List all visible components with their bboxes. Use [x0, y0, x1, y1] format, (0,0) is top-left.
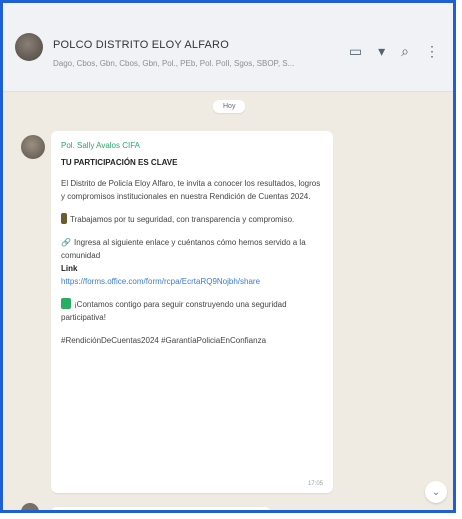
screenshot-frame: POLCO DISTRITO ELOY ALFARO Dago, Cbos, G… — [0, 0, 456, 513]
scroll-down-button[interactable]: ⌄ — [425, 481, 447, 503]
message-hashtags: #RendiciónDeCuentas2024 #GarantíaPolicia… — [61, 336, 267, 345]
next-sender-avatar[interactable] — [21, 503, 39, 510]
chat-header[interactable]: POLCO DISTRITO ELOY ALFARO Dago, Cbos, G… — [3, 3, 453, 92]
award-icon — [61, 213, 67, 224]
header-actions: ▭ ▾ ⌕ ⋮ — [349, 43, 439, 60]
chevron-down-icon: ⌄ — [431, 486, 441, 498]
date-separator: Hoy — [213, 100, 246, 113]
chat-title[interactable]: POLCO DISTRITO ELOY ALFARO — [53, 39, 229, 51]
message-paragraph-4: ¡Contamos contigo para seguir construyen… — [61, 298, 323, 324]
message-paragraph-1: El Distrito de Policía Eloy Alfaro, te i… — [61, 179, 321, 201]
message-paragraph-2-text: Trabajamos por tu seguridad, con transpa… — [70, 215, 295, 224]
group-avatar[interactable] — [15, 33, 43, 61]
message-paragraph-2: Trabajamos por tu seguridad, con transpa… — [61, 213, 323, 226]
link-label: Link — [61, 264, 78, 273]
chevron-down-icon[interactable]: ▾ — [378, 43, 385, 60]
video-call-icon[interactable]: ▭ — [349, 43, 362, 60]
next-message-bubble[interactable] — [51, 507, 271, 510]
search-icon[interactable]: ⌕ — [401, 43, 409, 60]
check-icon — [61, 298, 71, 309]
message-sender[interactable]: Pol. Sally Avalos CIFA — [61, 141, 323, 150]
message-time: 17:05 — [307, 481, 323, 487]
message-paragraph-3: 🔗 Ingresa al siguiente enlace y cuéntanos… — [61, 236, 323, 288]
menu-icon[interactable]: ⋮ — [425, 43, 439, 60]
message-paragraph-4-text: ¡Contamos contigo para seguir construyen… — [61, 300, 287, 322]
sender-avatar[interactable] — [21, 135, 45, 159]
link-icon: 🔗 — [61, 238, 71, 247]
message-bubble[interactable]: Pol. Sally Avalos CIFA TU PARTICIPACIÓN … — [51, 131, 333, 493]
message-paragraph-3-text: Ingresa al siguiente enlace y cuéntanos … — [61, 238, 306, 260]
form-link[interactable]: https://forms.office.com/form/rcpa/Ecrta… — [61, 275, 323, 288]
message-headline: TU PARTICIPACIÓN ES CLAVE — [61, 158, 178, 167]
chat-participants[interactable]: Dago, Cbos, Gbn, Cbos, Gbn, Pol., PEb, P… — [53, 59, 353, 68]
